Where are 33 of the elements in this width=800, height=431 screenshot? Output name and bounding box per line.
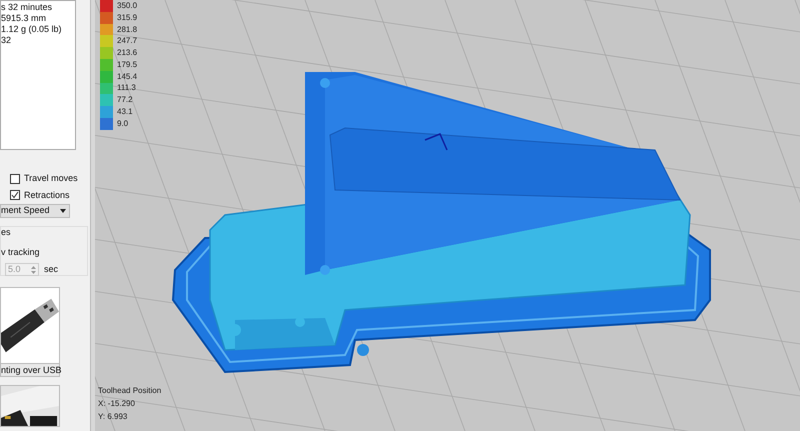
unit-label: sec bbox=[44, 263, 58, 276]
group-title: es bbox=[1, 226, 11, 239]
legend-value: 43.1 bbox=[117, 106, 133, 118]
legend-value: 145.4 bbox=[117, 70, 138, 83]
check-icon bbox=[11, 191, 19, 200]
printer-option-card[interactable]: nting over USB bbox=[0, 287, 60, 377]
printer-option-card[interactable] bbox=[0, 385, 60, 427]
card-caption: nting over USB bbox=[1, 363, 59, 376]
statistic-text: 5915.3 mm bbox=[1, 13, 46, 24]
statistic-text: 1.12 g (0.05 lb) bbox=[1, 24, 62, 35]
3d-viewport[interactable]: 350.0 315.9 281.8 247.7 213.6 179.5 145.4 111.3 77.2 43.1 9.0 Toolhead Position X: -15.290 Y: 6.993 bbox=[95, 0, 800, 431]
legend-value: 111.3 bbox=[117, 82, 136, 94]
checkbox[interactable] bbox=[10, 174, 20, 184]
statistic-text: s 32 minutes bbox=[1, 2, 52, 13]
legend-value: 213.6 bbox=[117, 47, 138, 60]
legend-value: 315.9 bbox=[117, 12, 138, 24]
legend-value: 77.2 bbox=[117, 94, 133, 106]
tracking-label: v tracking bbox=[1, 246, 40, 259]
toolhead-y: Y: 6.993 bbox=[98, 411, 128, 423]
statistic-text: 32 bbox=[1, 35, 12, 46]
toolhead-title: Toolhead Position bbox=[98, 385, 162, 397]
toolhead-x: X: -15.290 bbox=[98, 398, 136, 410]
caret-icon bbox=[60, 209, 66, 213]
checkbox[interactable] bbox=[10, 190, 20, 200]
checkbox-label: Travel moves bbox=[24, 172, 78, 185]
legend-value: 179.5 bbox=[117, 58, 138, 71]
legend-value: 350.0 bbox=[117, 0, 138, 12]
legend-value: 247.7 bbox=[117, 35, 138, 48]
legend-value: 281.8 bbox=[117, 24, 138, 36]
spin-arrows-icon bbox=[31, 266, 36, 274]
checkbox-label: Retractions bbox=[24, 188, 70, 202]
legend-value: 9.0 bbox=[117, 118, 128, 130]
color-by-dropdown[interactable]: ment Speed bbox=[0, 204, 70, 218]
